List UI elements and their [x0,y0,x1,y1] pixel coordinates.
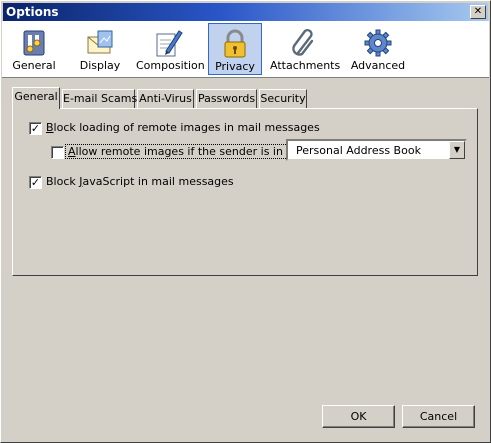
toolbar-privacy-button[interactable]: Privacy [208,23,262,75]
toolbar-general-button[interactable]: General [12,23,56,75]
tab-email-scams[interactable]: E-mail Scams [62,89,137,108]
block-images-label[interactable]: Block loading of remote images in mail m… [46,121,320,134]
block-images-checkbox[interactable]: ✓ [29,122,42,135]
paperclip-icon [292,28,314,56]
toolbar-display-button[interactable]: Display [78,23,122,75]
close-button[interactable]: ✕ [470,5,486,19]
composition-icon [156,30,183,57]
toolbar-attachments-button[interactable]: Attachments [270,23,341,75]
tab-passwords[interactable]: Passwords [196,89,257,108]
window-title: Options [6,5,59,19]
toolbar-privacy-label: Privacy [215,60,255,73]
toolbar-attachments-label: Attachments [270,59,341,72]
address-book-value: Personal Address Book [296,144,421,157]
toolbar-general-label: General [12,59,56,72]
display-icon [87,30,113,54]
toolbar-advanced-label: Advanced [350,59,406,72]
allow-images-label[interactable]: Allow remote images if the sender is in … [65,144,310,159]
category-toolbar: General Display Composition Privacy Atta… [2,21,489,78]
allow-images-checkbox[interactable] [51,146,64,159]
general-icon [23,30,45,56]
toolbar-display-label: Display [79,59,121,72]
tab-security[interactable]: Security [259,89,307,108]
cancel-button[interactable]: Cancel [402,405,475,428]
block-js-label[interactable]: Block JavaScript in mail messages [46,175,234,188]
tab-general[interactable]: General [12,87,60,109]
toolbar-composition-label: Composition [136,59,205,72]
chevron-down-icon[interactable]: ▼ [449,141,465,159]
address-book-select[interactable]: Personal Address Book ▼ [286,139,467,161]
lock-icon [224,29,246,58]
options-window: Options ✕ General Display Composition Pr… [0,0,491,443]
gear-icon [364,29,392,57]
toolbar-advanced-button[interactable]: Advanced [350,23,406,75]
tab-anti-virus[interactable]: Anti-Virus [137,89,194,108]
toolbar-composition-button[interactable]: Composition [136,23,205,75]
block-js-checkbox[interactable]: ✓ [29,176,42,189]
title-bar[interactable]: Options ✕ [3,3,488,21]
ok-button[interactable]: OK [322,405,395,428]
